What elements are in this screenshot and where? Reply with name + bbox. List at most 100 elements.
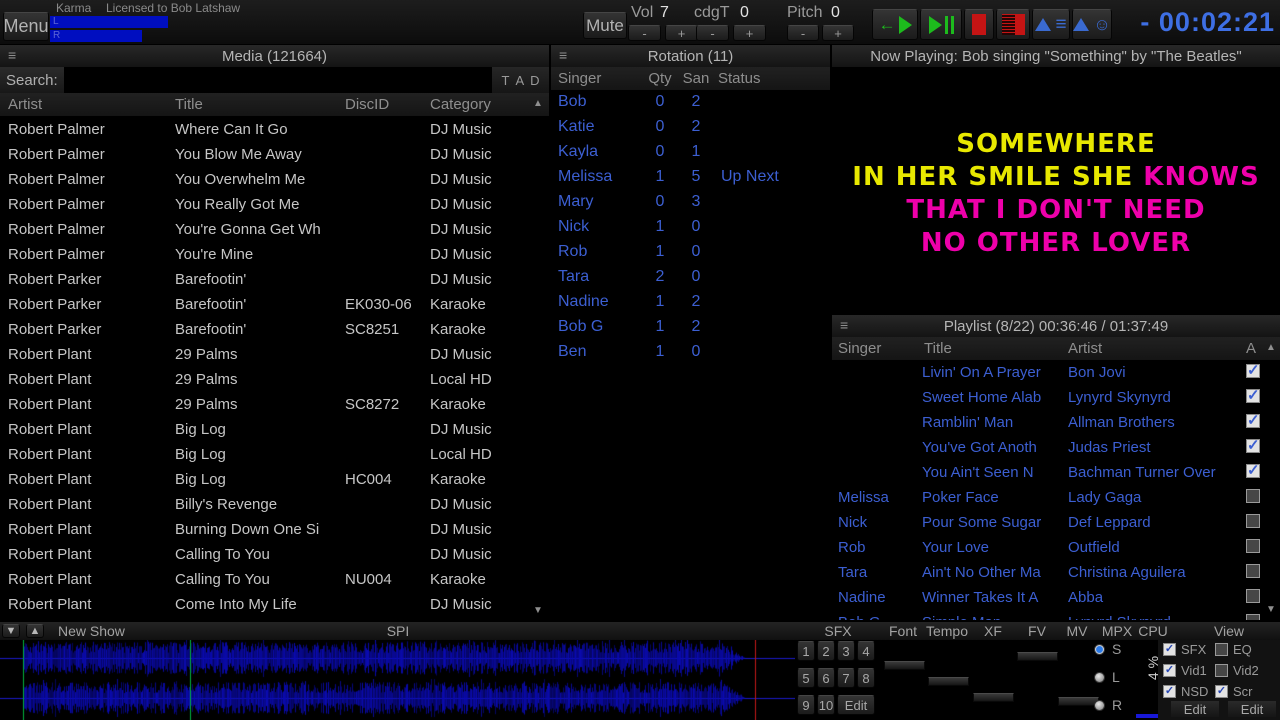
playlist-row[interactable]: Bob G Simple Man Lynyrd Skynyrd <box>832 610 1280 620</box>
rotation-list-button[interactable]: ≡ <box>1032 9 1070 40</box>
media-table-row[interactable]: Robert Plant Big Log Local HD <box>0 442 549 467</box>
view-option-nsd[interactable]: ✓ NSD <box>1163 684 1215 699</box>
view-option-sfx[interactable]: ✓ SFX <box>1163 642 1215 657</box>
playlist-active-checkbox[interactable] <box>1246 614 1260 620</box>
column-title[interactable]: Title <box>175 96 203 113</box>
sfx-button-10[interactable]: 10 <box>817 695 835 715</box>
hamburger-icon[interactable]: ≡ <box>8 47 16 63</box>
sfx-button-1[interactable]: 1 <box>797 641 815 661</box>
view-checkbox-eq[interactable] <box>1215 642 1228 656</box>
media-table-row[interactable]: Robert Plant Calling To You DJ Music <box>0 542 549 567</box>
rotation-row[interactable]: Bob G 1 2 <box>551 315 830 340</box>
rotation-row[interactable]: Nadine 1 2 <box>551 290 830 315</box>
playlist-row[interactable]: Livin' On A Prayer Bon Jovi ✓ <box>832 360 1280 385</box>
sfx-button-5[interactable]: 5 <box>797 668 815 688</box>
rotation-row[interactable]: Ben 1 0 <box>551 340 830 365</box>
media-table-row[interactable]: Robert Plant Big Log DJ Music <box>0 417 549 442</box>
stop-fade-button[interactable] <box>996 9 1030 40</box>
rotation-row[interactable]: Mary 0 3 <box>551 190 830 215</box>
waveform-display[interactable] <box>0 640 795 720</box>
slider-knob-tempo[interactable] <box>928 677 969 686</box>
playlist-row[interactable]: Nick Pour Some Sugar Def Leppard <box>832 510 1280 535</box>
column-title[interactable]: Title <box>924 340 952 357</box>
view-checkbox-vid2[interactable] <box>1215 663 1228 677</box>
view-option-vid1[interactable]: ✓ Vid1 <box>1163 663 1215 678</box>
sfx-button-8[interactable]: 8 <box>857 668 875 688</box>
playlist-active-checkbox[interactable] <box>1246 589 1260 603</box>
view-option-scr[interactable]: ✓ Scr <box>1215 684 1275 699</box>
mute-button[interactable]: Mute <box>583 12 627 39</box>
pitch-plus-button[interactable]: + <box>822 25 854 41</box>
menu-button[interactable]: Menu <box>3 12 49 41</box>
playlist-row[interactable]: Rob Your Love Outfield <box>832 535 1280 560</box>
playlist-row[interactable]: Sweet Home Alab Lynyrd Skynyrd ✓ <box>832 385 1280 410</box>
sfx-button-2[interactable]: 2 <box>817 641 835 661</box>
media-table-row[interactable]: Robert Plant 29 Palms SC8272 Karaoke <box>0 392 549 417</box>
slider-knob-mv[interactable] <box>1058 697 1099 706</box>
scroll-up-icon[interactable]: ▲ <box>533 99 543 109</box>
pitch-minus-button[interactable]: - <box>787 25 819 41</box>
rotation-row[interactable]: Kayla 0 1 <box>551 140 830 165</box>
hamburger-icon[interactable]: ≡ <box>840 317 848 333</box>
playlist-active-checkbox[interactable] <box>1246 514 1260 528</box>
playlist-row[interactable]: Nadine Winner Takes It A Abba <box>832 585 1280 610</box>
play-pause-button[interactable] <box>920 9 962 40</box>
filter-artist-button[interactable]: A <box>515 73 524 88</box>
playlist-active-checkbox[interactable] <box>1246 564 1260 578</box>
media-table-row[interactable]: Robert Plant Calling To You NU004 Karaoke <box>0 567 549 592</box>
scroll-down-icon[interactable]: ▼ <box>1266 605 1276 615</box>
playlist-active-checkbox[interactable]: ✓ <box>1246 388 1260 403</box>
view-checkbox-vid1[interactable]: ✓ <box>1163 663 1176 677</box>
playlist-active-checkbox[interactable]: ✓ <box>1246 363 1260 378</box>
slider-knob-fv[interactable] <box>1017 652 1058 661</box>
volume-minus-button[interactable]: - <box>628 25 661 41</box>
view-edit-right-button[interactable]: Edit <box>1228 701 1276 717</box>
playlist-active-checkbox[interactable]: ✓ <box>1246 463 1260 478</box>
rotation-row[interactable]: Bob 0 2 <box>551 90 830 115</box>
view-option-vid2[interactable]: Vid2 <box>1215 663 1275 678</box>
new-show-label[interactable]: New Show <box>58 623 125 639</box>
show-deck-button[interactable]: ▲ <box>26 624 44 638</box>
scroll-down-icon[interactable]: ▼ <box>533 606 543 616</box>
cdgt-plus-button[interactable]: + <box>733 25 766 41</box>
column-status[interactable]: Status <box>718 70 761 87</box>
media-table-row[interactable]: Robert Plant Come Into My Life DJ Music <box>0 592 549 617</box>
media-table-row[interactable]: Robert Plant Big Log HC004 Karaoke <box>0 467 549 492</box>
column-discid[interactable]: DiscID <box>345 96 389 113</box>
cdgt-minus-button[interactable]: - <box>696 25 729 41</box>
search-filter-buttons[interactable]: T A D <box>492 67 549 93</box>
sfx-button-6[interactable]: 6 <box>817 668 835 688</box>
view-checkbox-sfx[interactable]: ✓ <box>1163 642 1176 656</box>
restart-button[interactable]: ← <box>872 9 918 40</box>
media-table-row[interactable]: Robert Palmer Where Can It Go DJ Music <box>0 117 549 142</box>
playlist-row[interactable]: You've Got Anoth Judas Priest ✓ <box>832 435 1280 460</box>
rotation-row[interactable]: Rob 1 0 <box>551 240 830 265</box>
media-table-row[interactable]: Robert Palmer You Overwhelm Me DJ Music <box>0 167 549 192</box>
column-qty[interactable]: Qty <box>643 70 677 87</box>
media-table-row[interactable]: Robert Parker Barefootin' EK030-06 Karaoke <box>0 292 549 317</box>
media-table-row[interactable]: Robert Plant Billy's Revenge DJ Music <box>0 492 549 517</box>
radio-r[interactable] <box>1094 699 1105 711</box>
sfx-button-3[interactable]: 3 <box>837 641 855 661</box>
media-table-row[interactable]: Robert Plant 29 Palms DJ Music <box>0 342 549 367</box>
stop-button[interactable] <box>964 9 994 40</box>
sfx-button-7[interactable]: 7 <box>837 668 855 688</box>
radio-s[interactable] <box>1094 643 1105 655</box>
slider-knob-font[interactable] <box>884 661 925 670</box>
view-checkbox-scr[interactable]: ✓ <box>1215 684 1228 698</box>
media-table-row[interactable]: Robert Parker Barefootin' SC8251 Karaoke <box>0 317 549 342</box>
mpx-option-r[interactable]: R <box>1094 697 1122 713</box>
media-table-row[interactable]: Robert Palmer You're Gonna Get Wh DJ Music <box>0 217 549 242</box>
radio-l[interactable] <box>1094 671 1105 683</box>
column-category[interactable]: Category <box>430 96 491 113</box>
sfx-button-edit[interactable]: Edit <box>837 695 875 715</box>
playlist-row[interactable]: Melissa Poker Face Lady Gaga <box>832 485 1280 510</box>
search-input[interactable] <box>64 67 492 93</box>
media-table-row[interactable]: Robert Palmer You're Mine DJ Music <box>0 242 549 267</box>
playlist-active-checkbox[interactable] <box>1246 539 1260 553</box>
rotation-row[interactable]: Tara 2 0 <box>551 265 830 290</box>
media-table-row[interactable]: Robert Plant Burning Down One Si DJ Music <box>0 517 549 542</box>
column-artist[interactable]: Artist <box>1068 340 1102 357</box>
mpx-option-s[interactable]: S <box>1094 641 1121 657</box>
rotation-row[interactable]: Nick 1 0 <box>551 215 830 240</box>
